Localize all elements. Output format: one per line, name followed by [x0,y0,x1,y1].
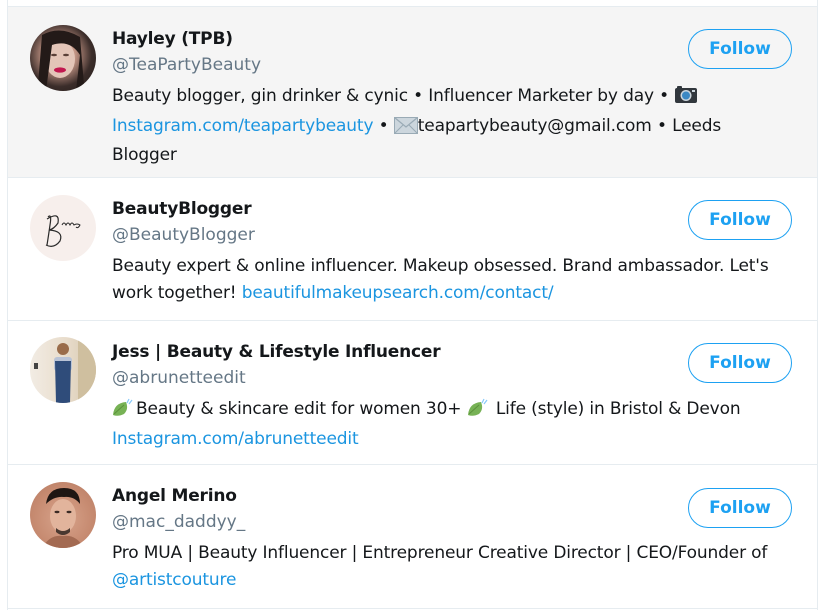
avatar[interactable] [30,25,96,91]
leaf-icon [112,397,136,426]
user-bio: Pro MUA | Beauty Influencer | Entreprene… [112,540,787,593]
avatar-image [38,30,84,91]
user-bio: Beauty expert & online influencer. Makeu… [112,253,787,306]
camera-icon [674,85,698,113]
user-card[interactable]: BeautyBlogger @BeautyBlogger Beauty expe… [8,178,817,321]
who-to-follow-list: Hayley (TPB) @TeaPartyBeauty Beauty blog… [7,0,818,610]
avatar-image [34,337,96,403]
bio-text: Pro MUA | Beauty Influencer | Entreprene… [112,543,768,563]
follow-button[interactable]: Follow [688,29,792,69]
user-handle[interactable]: @mac_daddyy_ [112,512,245,532]
user-handle[interactable]: @TeaPartyBeauty [112,55,261,75]
follow-button[interactable]: Follow [688,343,792,383]
bio-text: Life (style) in Bristol & Devon [490,399,741,419]
display-name[interactable]: Hayley (TPB) [112,29,233,49]
user-handle[interactable]: @abrunetteedit [112,368,246,388]
bio-text: Beauty & skincare edit for women 30+ [136,399,467,419]
follow-button[interactable]: Follow [688,200,792,240]
avatar[interactable] [30,337,96,403]
user-card[interactable]: Jess | Beauty & Lifestyle Influencer @ab… [8,321,817,465]
list-top-divider [8,0,817,7]
avatar[interactable] [30,482,96,548]
user-card[interactable]: Angel Merino @mac_daddyy_ Pro MUA | Beau… [8,465,817,609]
bio-link-website[interactable]: beautifulmakeupsearch.com/contact/ [242,283,554,303]
user-handle[interactable]: @BeautyBlogger [112,225,255,245]
display-name[interactable]: Angel Merino [112,486,237,506]
follow-button[interactable]: Follow [688,488,792,528]
display-name[interactable]: BeautyBlogger [112,199,252,219]
user-bio: Beauty blogger, gin drinker & cynic • In… [112,83,787,169]
user-card[interactable]: Hayley (TPB) @TeaPartyBeauty Beauty blog… [8,7,817,178]
bio-link-instagram[interactable]: Instagram.com/teapartybeauty [112,116,374,136]
avatar-image [42,488,84,548]
envelope-icon [393,116,418,143]
leaf-icon [467,397,491,426]
bio-text: • [373,115,394,136]
display-name[interactable]: Jess | Beauty & Lifestyle Influencer [112,342,441,362]
avatar-logo-icon [45,215,81,247]
bio-text: Beauty blogger, gin drinker & cynic • In… [112,86,675,106]
bio-link-mention[interactable]: @artistcouture [112,570,236,590]
user-bio: Beauty & skincare edit for women 30+ Lif… [112,396,787,452]
avatar[interactable] [30,195,96,261]
bio-link-instagram[interactable]: Instagram.com/abrunetteedit [112,429,359,449]
